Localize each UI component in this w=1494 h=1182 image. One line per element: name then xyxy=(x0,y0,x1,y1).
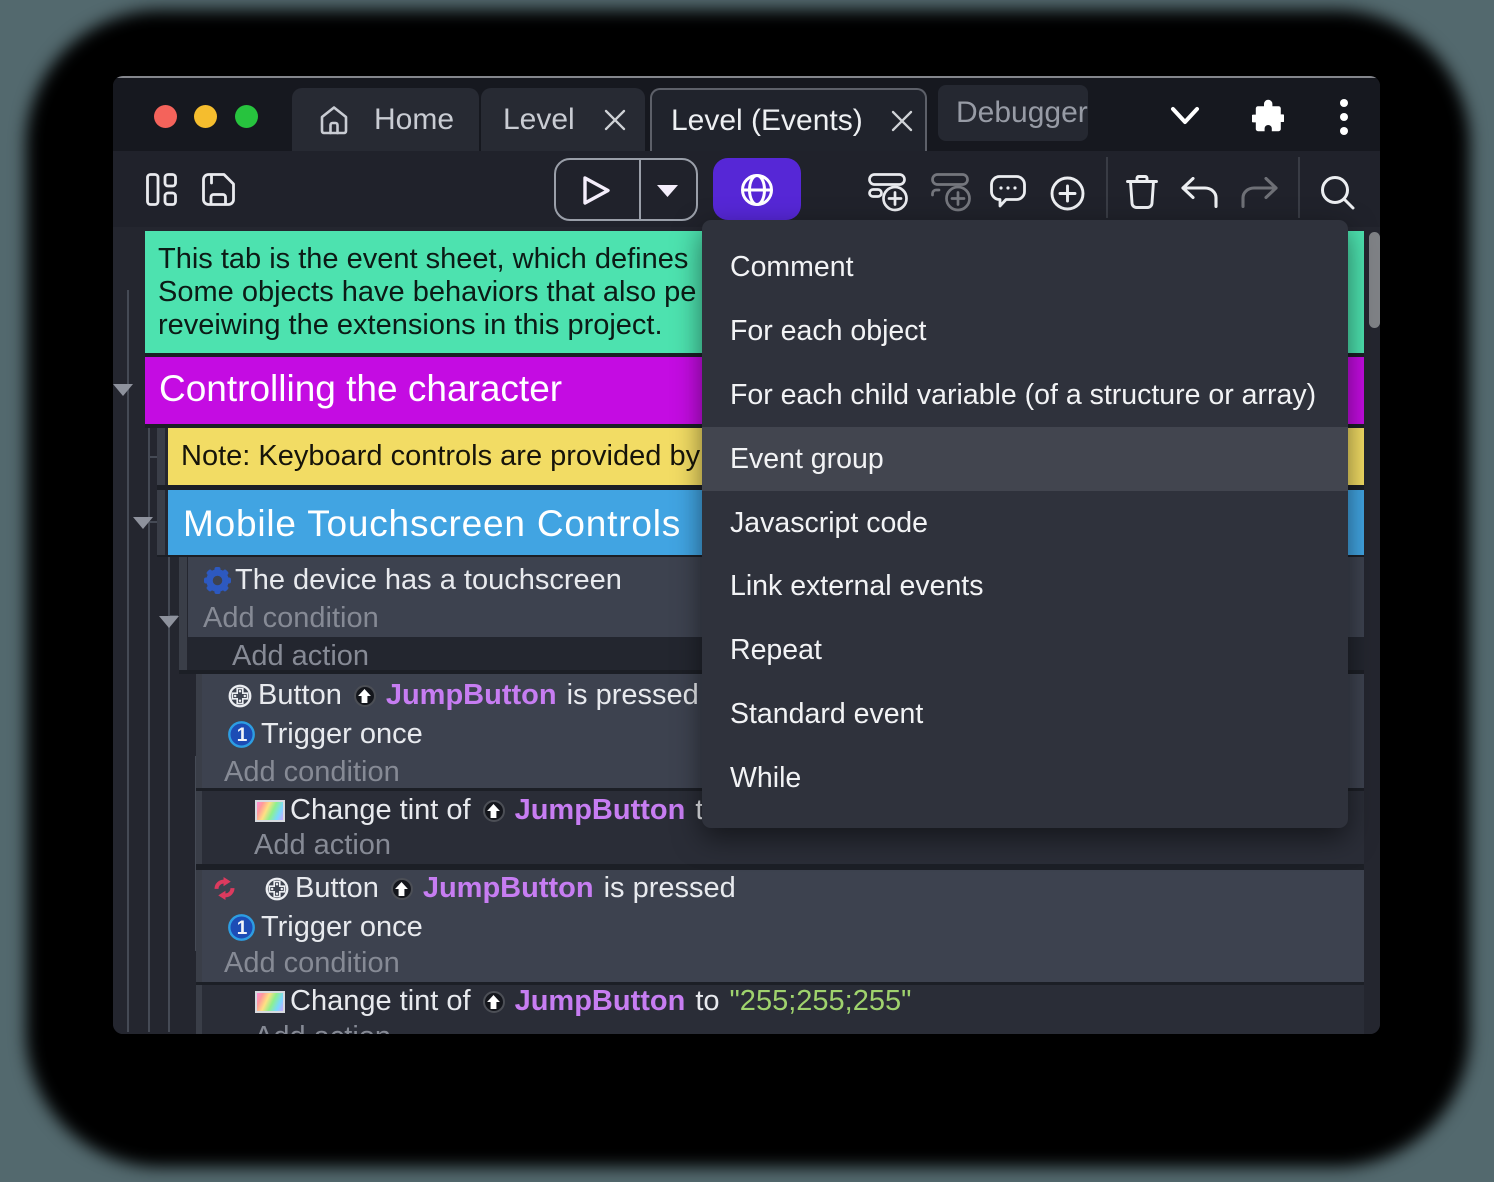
svg-text:1: 1 xyxy=(237,725,248,746)
svg-text:1: 1 xyxy=(237,918,248,939)
